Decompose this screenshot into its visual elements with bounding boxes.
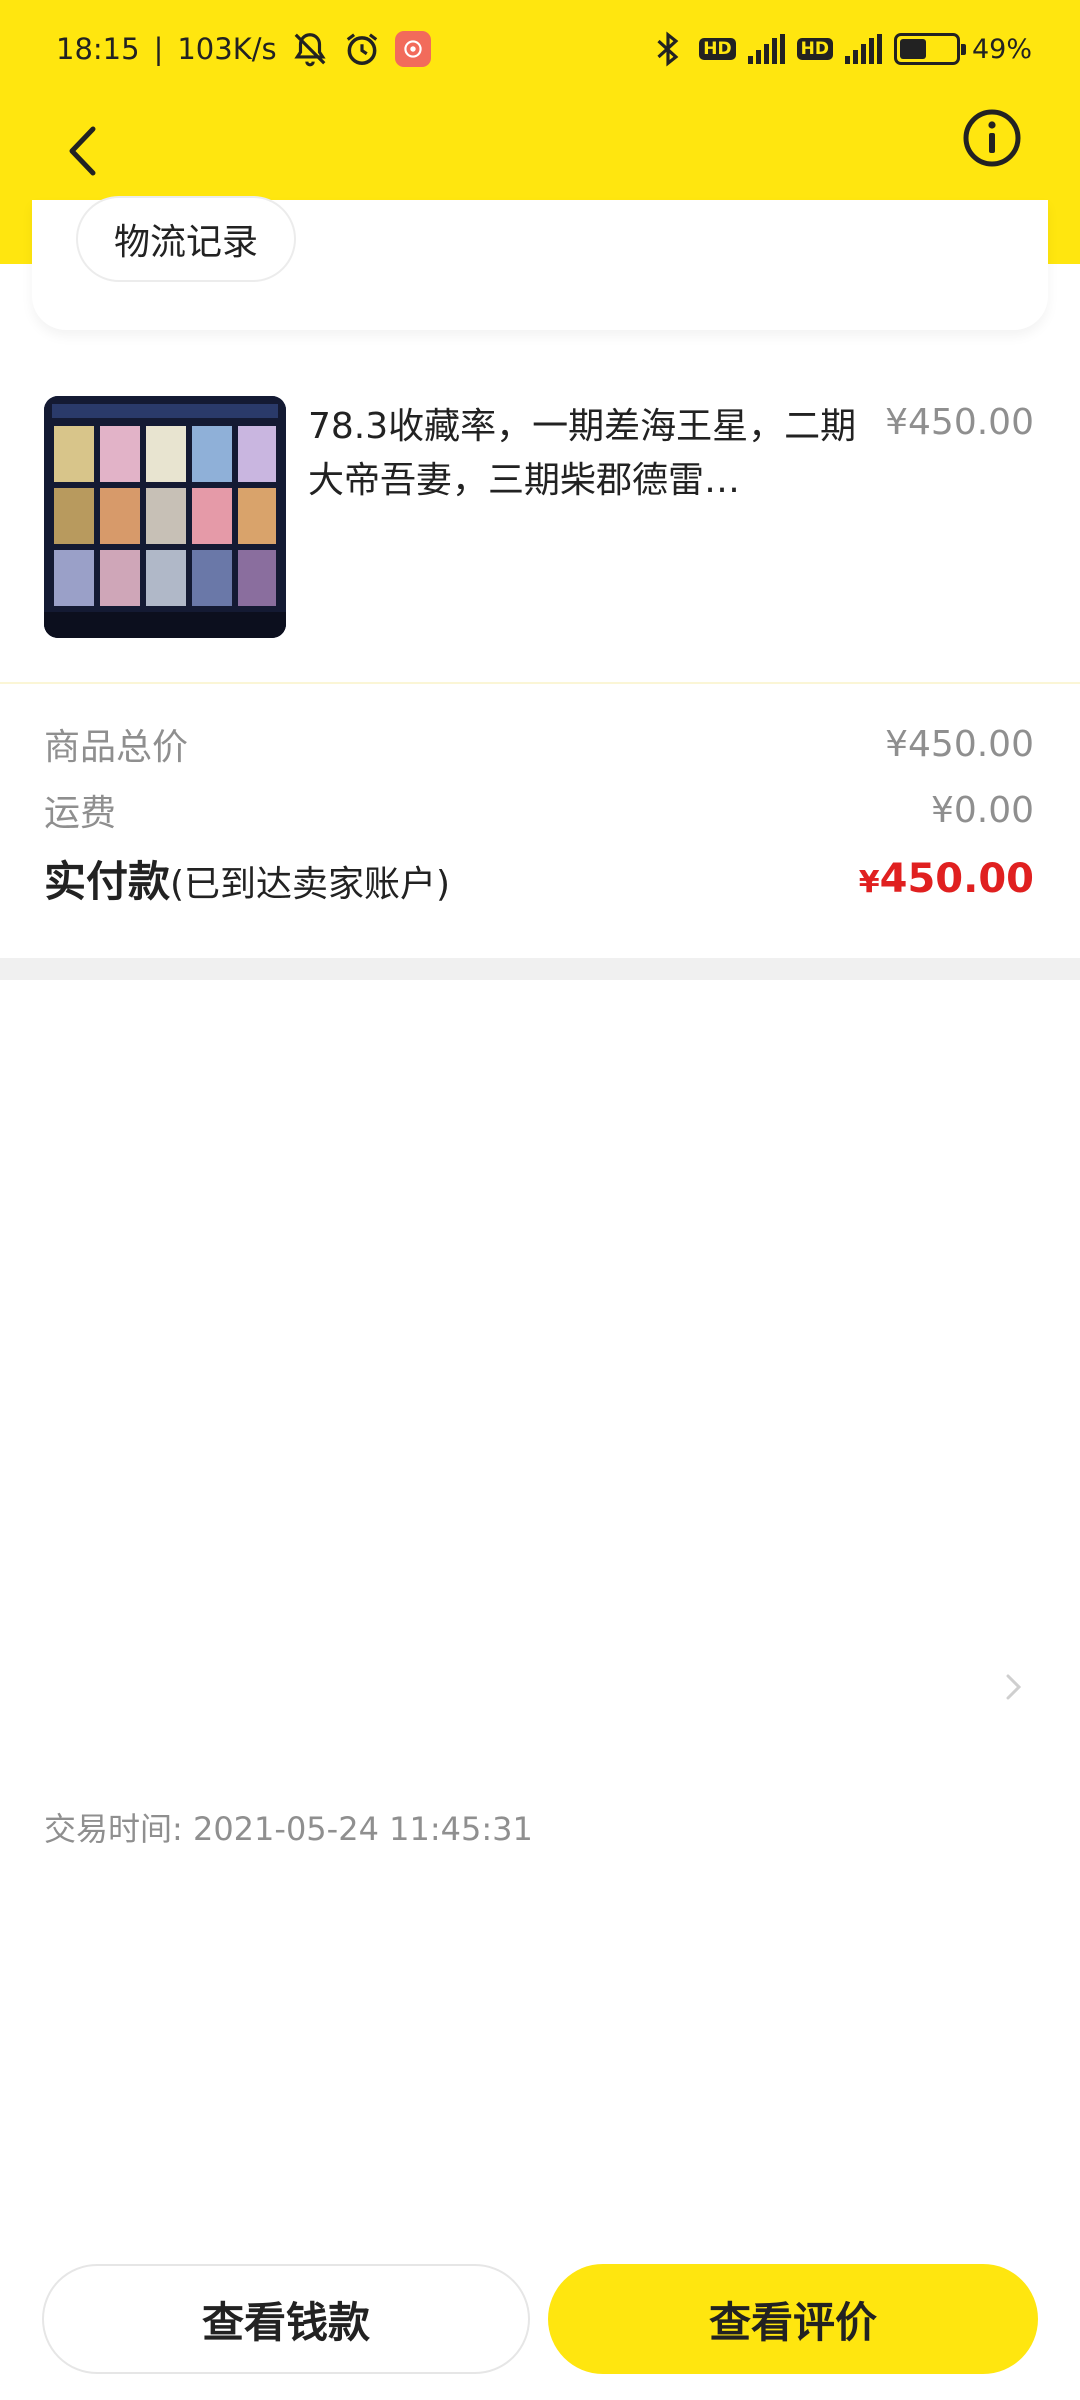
status-net-speed: 103K/s bbox=[177, 32, 277, 66]
bell-off-icon bbox=[291, 30, 329, 68]
info-icon bbox=[963, 109, 1021, 167]
status-separator: | bbox=[153, 32, 164, 66]
alarm-icon bbox=[343, 30, 381, 68]
paid-row: 实付款(已到达卖家账户) ¥450.00 bbox=[44, 848, 1034, 909]
goods-total-label: 商品总价 bbox=[44, 727, 189, 768]
price-summary: 商品总价 ¥450.00 运费 ¥0.00 实付款(已到达卖家账户) ¥450.… bbox=[0, 700, 1080, 960]
logistics-record-button[interactable]: 物流记录 bbox=[76, 196, 297, 282]
paid-label: 实付款 bbox=[44, 857, 171, 906]
battery-icon bbox=[893, 33, 966, 65]
shipping-label: 运费 bbox=[44, 793, 117, 834]
app-notification-icon bbox=[394, 31, 431, 67]
signal-icon bbox=[747, 34, 785, 64]
shipping-value: ¥0.00 bbox=[930, 789, 1034, 831]
bottom-action-bar: 查看钱款 查看评价 bbox=[0, 2250, 1080, 2400]
paid-label-group: 实付款(已到达卖家账户) bbox=[44, 848, 450, 909]
battery-fill bbox=[899, 39, 927, 59]
hd-badge: HD bbox=[699, 38, 736, 60]
divider bbox=[0, 682, 1080, 684]
logistics-card: 物流记录 bbox=[32, 196, 1048, 330]
paid-amount-group: ¥450.00 bbox=[859, 856, 1034, 902]
product-item[interactable]: 78.3收藏率，一期差海王星，二期大帝吾妻，三期柴郡德雷… ¥450.00 bbox=[0, 372, 1080, 682]
chevron-left-icon bbox=[69, 126, 96, 176]
signal-icon-2 bbox=[844, 34, 882, 64]
chevron-right-icon[interactable] bbox=[1004, 1672, 1034, 1712]
back-button[interactable] bbox=[52, 116, 112, 186]
product-title: 78.3收藏率，一期差海王星，二期大帝吾妻，三期柴郡德雷… bbox=[308, 406, 857, 501]
paid-note: (已到达卖家账户) bbox=[170, 864, 451, 905]
status-bar: 18:15 | 103K/s HD HD 49% bbox=[0, 0, 1080, 100]
goods-total-value: ¥450.00 bbox=[885, 723, 1034, 765]
battery-percent: 49% bbox=[971, 33, 1032, 65]
section-divider bbox=[0, 958, 1080, 980]
paid-amount: 450.00 bbox=[879, 855, 1034, 902]
view-money-button[interactable]: 查看钱款 bbox=[42, 2264, 530, 2374]
status-time: 18:15 bbox=[56, 32, 140, 66]
status-left: 18:15 | 103K/s bbox=[56, 30, 431, 68]
status-right: HD HD 49% bbox=[649, 30, 1032, 68]
view-review-button[interactable]: 查看评价 bbox=[548, 2264, 1038, 2374]
trade-time: 交易时间: 2021-05-24 11:45:31 bbox=[44, 1810, 533, 1848]
hd-badge-2: HD bbox=[796, 38, 833, 60]
top-navbar bbox=[0, 100, 1080, 200]
product-price: ¥450.00 bbox=[885, 402, 1034, 443]
bluetooth-icon bbox=[649, 30, 687, 68]
product-thumbnail bbox=[44, 396, 286, 638]
info-button[interactable] bbox=[962, 108, 1022, 168]
paid-currency: ¥ bbox=[858, 864, 880, 900]
shipping-row: 运费 ¥0.00 bbox=[44, 784, 1034, 836]
goods-total-row: 商品总价 ¥450.00 bbox=[44, 718, 1034, 770]
